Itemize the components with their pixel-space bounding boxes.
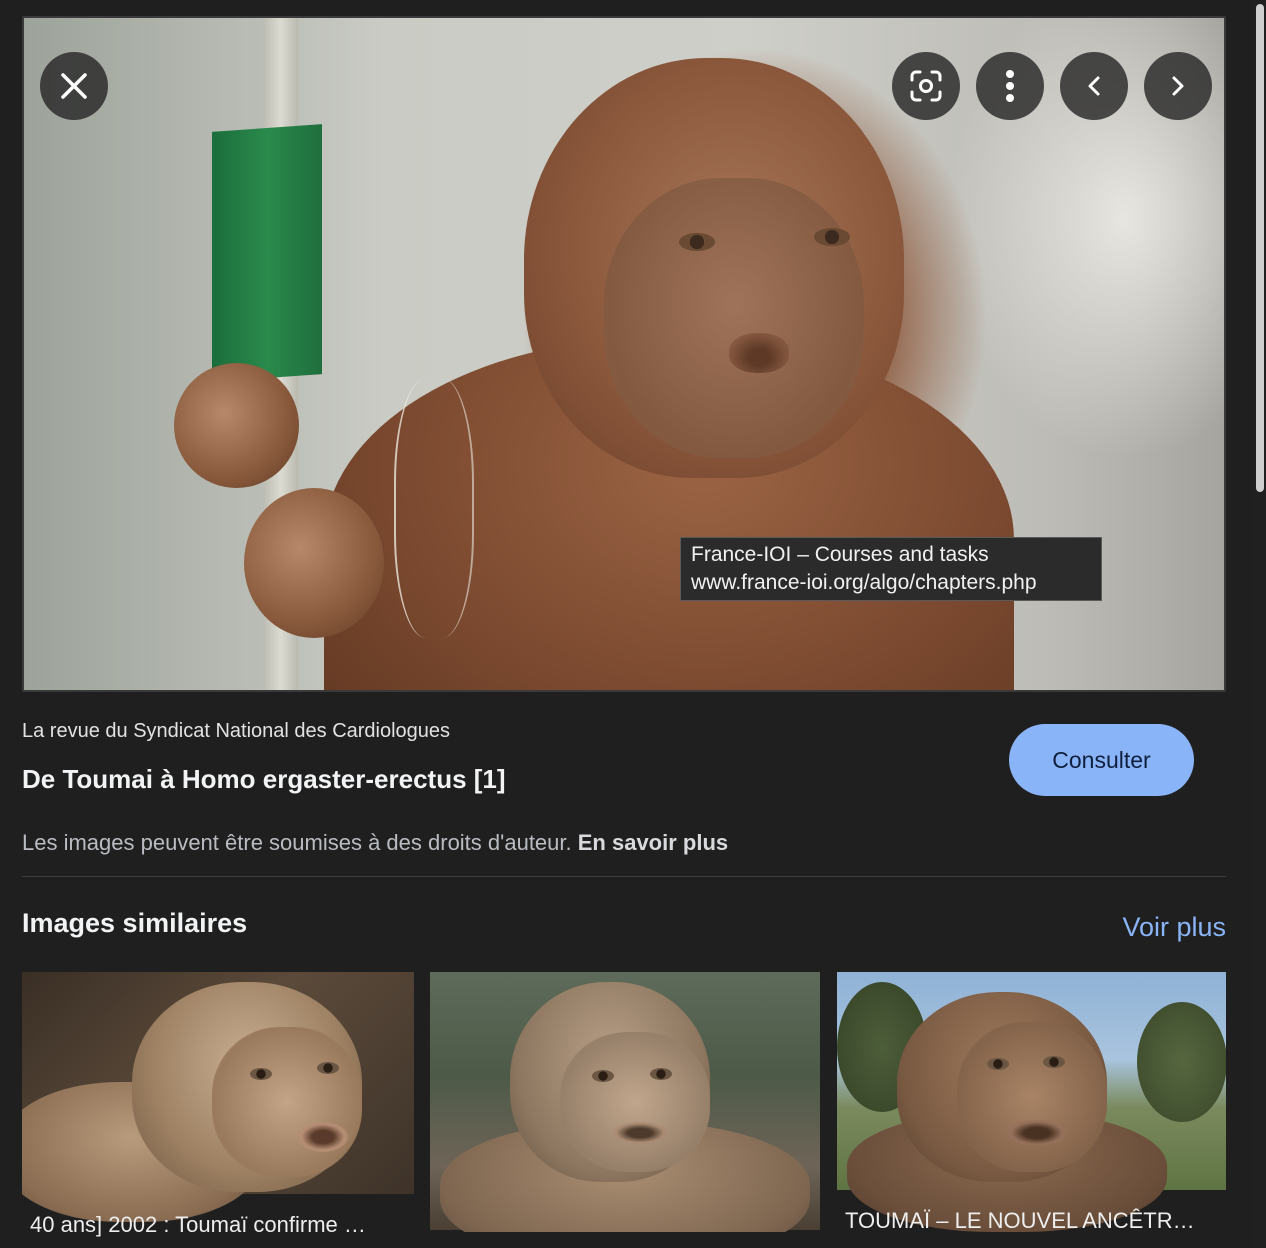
string (394, 378, 474, 638)
more-options-button[interactable] (976, 52, 1044, 120)
similar-image-thumbnail[interactable] (430, 972, 820, 1232)
close-button[interactable] (40, 52, 108, 120)
vertical-scrollbar[interactable] (1252, 0, 1266, 1248)
lens-search-icon (910, 70, 942, 102)
ape-eye-left (250, 1068, 272, 1080)
scrollbar-thumb[interactable] (1256, 4, 1264, 492)
similar-image-thumbnail[interactable] (22, 972, 414, 1222)
previous-image-button[interactable] (1060, 52, 1128, 120)
see-more-link[interactable]: Voir plus (1122, 912, 1226, 943)
link-tooltip: France-IOI – Courses and tasks www.franc… (680, 537, 1102, 601)
ape-nose (729, 333, 789, 373)
tooltip-title: France-IOI – Courses and tasks (691, 543, 989, 566)
section-divider (22, 876, 1226, 877)
ape-eye-right (814, 228, 850, 246)
ape-face (212, 1027, 362, 1177)
ape-eye-right (1043, 1056, 1065, 1068)
similar-image-caption[interactable]: TOUMAÏ – LE NOUVEL ANCÊTR… (845, 1208, 1220, 1234)
ape-mouth (612, 1122, 668, 1144)
consult-button[interactable]: Consulter (1009, 724, 1194, 796)
ape-face (560, 1032, 710, 1172)
copyright-text: Les images peuvent être soumises à des d… (22, 830, 572, 855)
similar-images-heading: Images similaires (22, 908, 248, 938)
background-tree (1137, 1002, 1226, 1122)
ape-mouth (1007, 1120, 1067, 1146)
next-image-button[interactable] (1144, 52, 1212, 120)
close-icon (61, 73, 87, 99)
ape-mouth (298, 1122, 348, 1152)
similar-image-card[interactable] (430, 972, 820, 1232)
result-title[interactable]: De Toumai à Homo ergaster-erectus [1] (22, 764, 506, 795)
copyright-notice: Les images peuvent être soumises à des d… (22, 830, 728, 856)
similar-image-card[interactable]: 40 ans] 2002 : Toumaï confirme … (22, 972, 414, 1248)
similar-image-thumbnail[interactable] (837, 972, 1226, 1232)
ape-eye-left (592, 1070, 614, 1082)
gourd-lower (244, 488, 384, 638)
background-green-cloth (212, 124, 322, 382)
similar-image-caption[interactable]: 40 ans] 2002 : Toumaï confirme … (30, 1212, 410, 1238)
ape-eye-right (317, 1062, 339, 1074)
more-vertical-icon (1006, 70, 1014, 102)
lens-search-button[interactable] (892, 52, 960, 120)
tooltip-url: www.france-ioi.org/algo/chapters.php (691, 571, 1037, 594)
ape-eye-left (987, 1058, 1009, 1070)
chevron-left-icon (1088, 76, 1100, 96)
learn-more-link[interactable]: En savoir plus (578, 830, 728, 855)
ape-face (604, 178, 864, 458)
gourd-upper (174, 363, 299, 488)
ape-face (957, 1022, 1107, 1172)
image-viewer-panel: France-IOI – Courses and tasks www.franc… (0, 0, 1266, 1248)
source-site-name[interactable]: La revue du Syndicat National des Cardio… (22, 720, 450, 743)
ape-eye-left (679, 233, 715, 251)
ape-eye-right (650, 1068, 672, 1080)
similar-image-card[interactable]: TOUMAÏ – LE NOUVEL ANCÊTR… (837, 972, 1226, 1248)
chevron-right-icon (1172, 76, 1184, 96)
